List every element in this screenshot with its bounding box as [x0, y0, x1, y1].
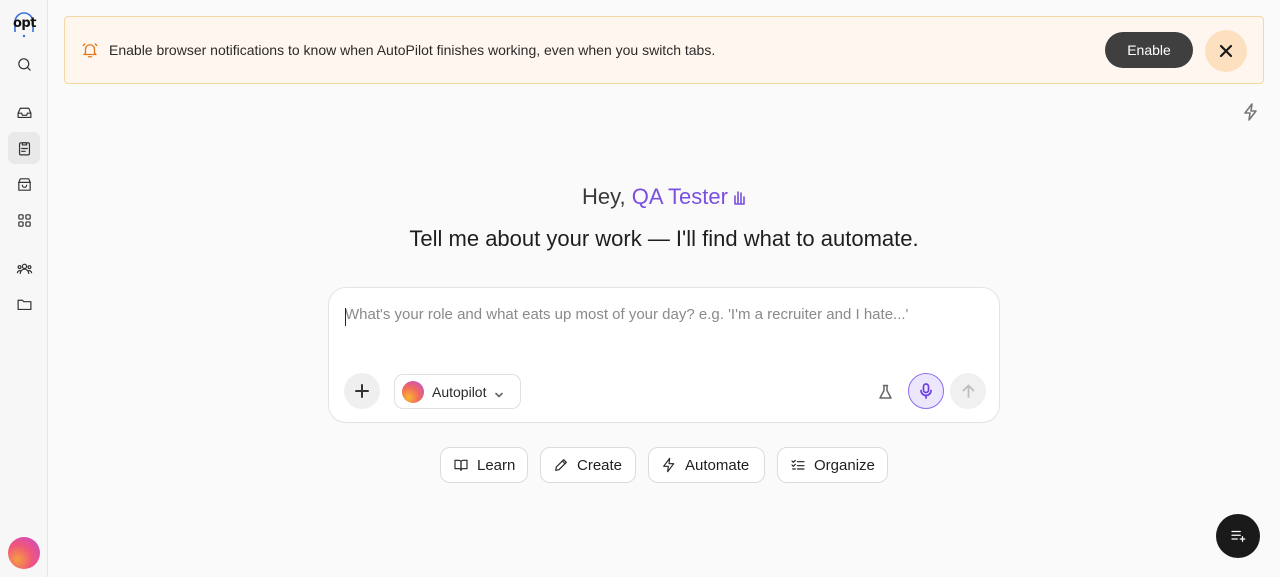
quick-actions-button[interactable] [1243, 103, 1261, 121]
agent-selector-label: Autopilot [432, 383, 487, 400]
user-avatar[interactable] [8, 537, 40, 569]
dismiss-banner-button[interactable] [1205, 30, 1247, 72]
list-check-icon [791, 459, 805, 470]
app-root: opt Enable browser notifications to know… [0, 0, 1280, 577]
sidebar-item-files[interactable] [8, 288, 40, 320]
users-icon [16, 263, 32, 274]
chip-organize-label: Organize [814, 456, 875, 474]
pencil-icon [555, 459, 567, 471]
wave-hand-icon [732, 185, 746, 205]
enable-notifications-button[interactable]: Enable [1105, 32, 1193, 68]
notification-banner: Enable browser notifications to know whe… [64, 16, 1264, 84]
chip-automate[interactable]: Automate [648, 447, 765, 483]
banner-message: Enable browser notifications to know whe… [109, 42, 716, 58]
sidebar-item-team[interactable] [8, 252, 40, 284]
prompt-input[interactable] [345, 306, 985, 346]
flask-icon [878, 384, 892, 399]
text-caret [345, 308, 346, 326]
sidebar-item-inbox[interactable] [8, 96, 40, 128]
voice-input-button[interactable] [908, 373, 944, 409]
chip-organize[interactable]: Organize [777, 447, 888, 483]
microphone-icon [920, 383, 932, 399]
arrow-up-icon [962, 384, 974, 398]
greeting-user-name: QA Tester [631, 184, 728, 209]
book-icon [454, 459, 468, 471]
bolt-icon [1244, 103, 1257, 121]
sidebar: opt [0, 0, 48, 577]
add-attachment-button[interactable] [344, 373, 380, 409]
autopilot-orb-icon [402, 380, 424, 403]
chip-automate-label: Automate [685, 456, 750, 474]
chip-create[interactable]: Create [540, 447, 636, 483]
sidebar-item-tasks[interactable] [8, 132, 40, 164]
chip-create-label: Create [577, 456, 623, 474]
bolt-icon [663, 457, 675, 473]
chevron-down-icon [494, 387, 504, 397]
close-icon [1219, 44, 1233, 58]
chip-learn-label: Learn [477, 456, 516, 474]
send-button[interactable] [950, 373, 986, 409]
list-sparkle-icon [1231, 530, 1246, 542]
logo-text: opt [13, 16, 36, 31]
bell-ring-icon [81, 41, 99, 59]
chip-learn[interactable]: Learn [440, 447, 528, 483]
experimental-button[interactable] [873, 380, 897, 404]
greeting-heading: Hey, QA Tester [0, 184, 1280, 210]
greeting-tagline: Tell me about your work — I'll find what… [409, 226, 919, 251]
app-logo[interactable]: opt [9, 10, 39, 40]
feedback-fab-button[interactable] [1216, 514, 1260, 558]
prompt-composer: Autopilot [328, 287, 1000, 423]
plus-icon [355, 384, 369, 398]
greeting-prefix: Hey, [582, 184, 626, 209]
clipboard-icon [18, 141, 30, 155]
agent-selector[interactable]: Autopilot [394, 374, 521, 409]
sidebar-item-search[interactable] [8, 48, 40, 80]
folder-icon [17, 299, 31, 310]
inbox-icon [17, 107, 31, 118]
search-icon [17, 57, 31, 71]
